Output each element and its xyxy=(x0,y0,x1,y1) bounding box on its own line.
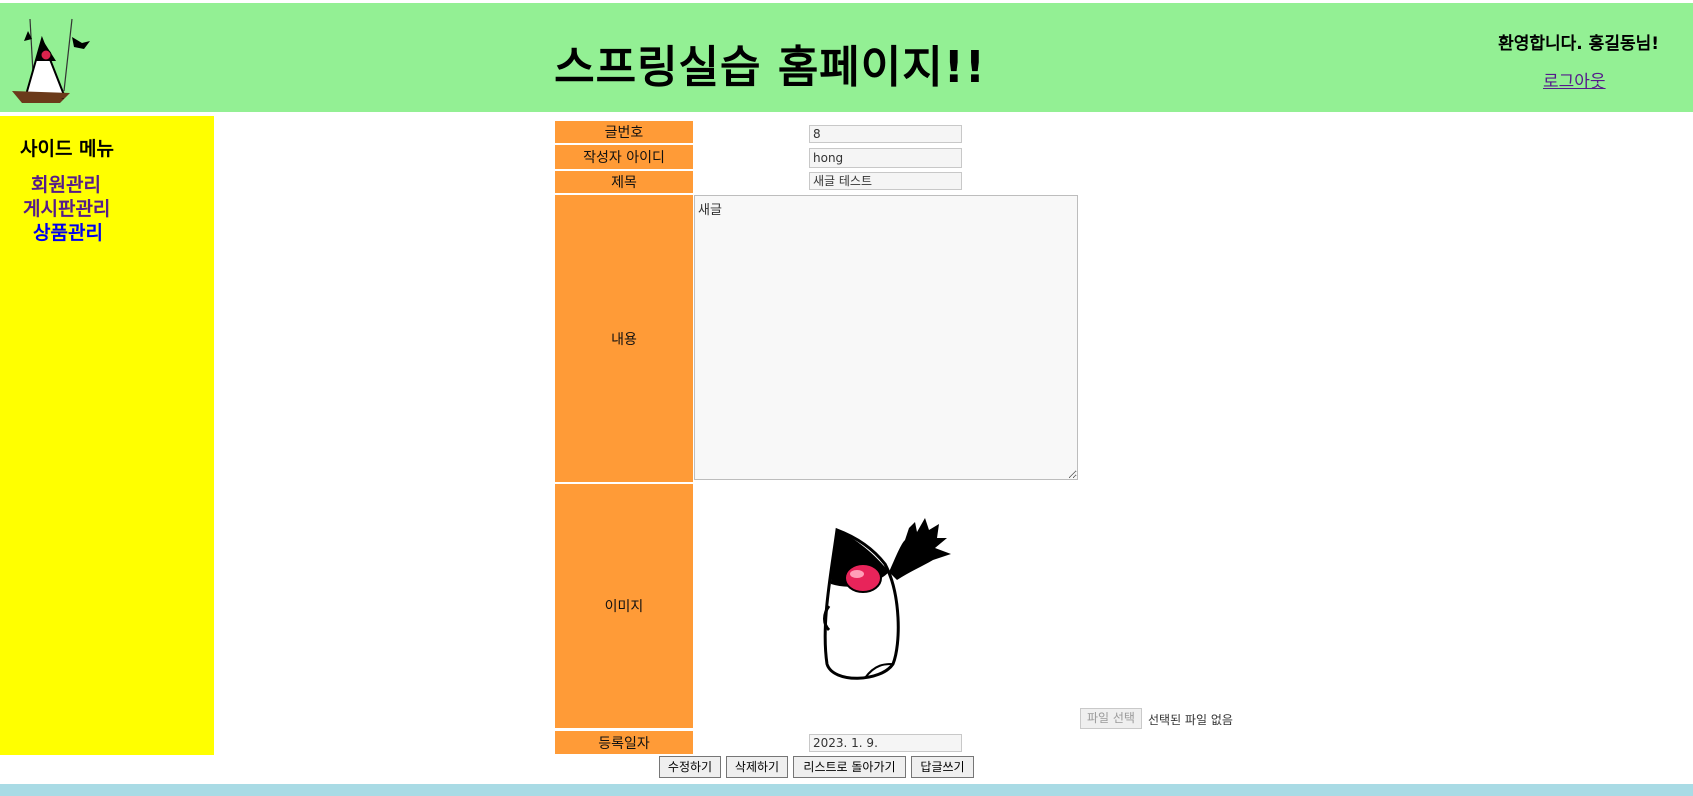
sidebar-item-product-management[interactable]: 상품관리 xyxy=(33,218,103,245)
reg-date-input[interactable] xyxy=(809,734,962,752)
welcome-message: 환영합니다. 홍길동님! xyxy=(1498,34,1659,54)
footer xyxy=(0,784,1693,796)
label-reg-date: 등록일자 xyxy=(555,731,693,754)
label-image: 이미지 xyxy=(555,484,693,728)
sidebar: 사이드 메뉴 회원관리 게시판관리 상품관리 xyxy=(0,116,214,755)
label-title: 제목 xyxy=(555,171,693,193)
sidebar-item-board-management[interactable]: 게시판관리 xyxy=(23,194,110,221)
page-title: 스프링실습 홈페이지!! xyxy=(554,42,986,93)
reply-button[interactable]: 답글쓰기 xyxy=(911,756,974,778)
file-status-text: 선택된 파일 없음 xyxy=(1148,713,1233,727)
writer-id-input[interactable] xyxy=(809,148,962,168)
delete-button[interactable]: 삭제하기 xyxy=(726,756,788,778)
article-no-input[interactable] xyxy=(809,125,962,143)
title-input[interactable] xyxy=(809,172,962,190)
file-select-button[interactable]: 파일 선택 xyxy=(1080,708,1142,729)
logout-link[interactable]: 로그아웃 xyxy=(1543,67,1606,92)
svg-text:™: ™ xyxy=(61,97,65,102)
header: ™ 스프링실습 홈페이지!! 환영합니다. 홍길동님! 로그아웃 xyxy=(0,3,1693,112)
edit-button[interactable]: 수정하기 xyxy=(659,756,721,778)
content-textarea[interactable]: 새글 xyxy=(694,195,1078,480)
label-article-no: 글번호 xyxy=(555,121,693,143)
sidebar-item-member-management[interactable]: 회원관리 xyxy=(31,170,101,197)
back-to-list-button[interactable]: 리스트로 돌아가기 xyxy=(793,756,906,778)
sidebar-title: 사이드 메뉴 xyxy=(20,138,115,160)
label-writer-id: 작성자 아이디 xyxy=(555,145,693,169)
duke-waving-image-icon xyxy=(823,518,951,680)
label-content: 내용 xyxy=(555,195,693,482)
